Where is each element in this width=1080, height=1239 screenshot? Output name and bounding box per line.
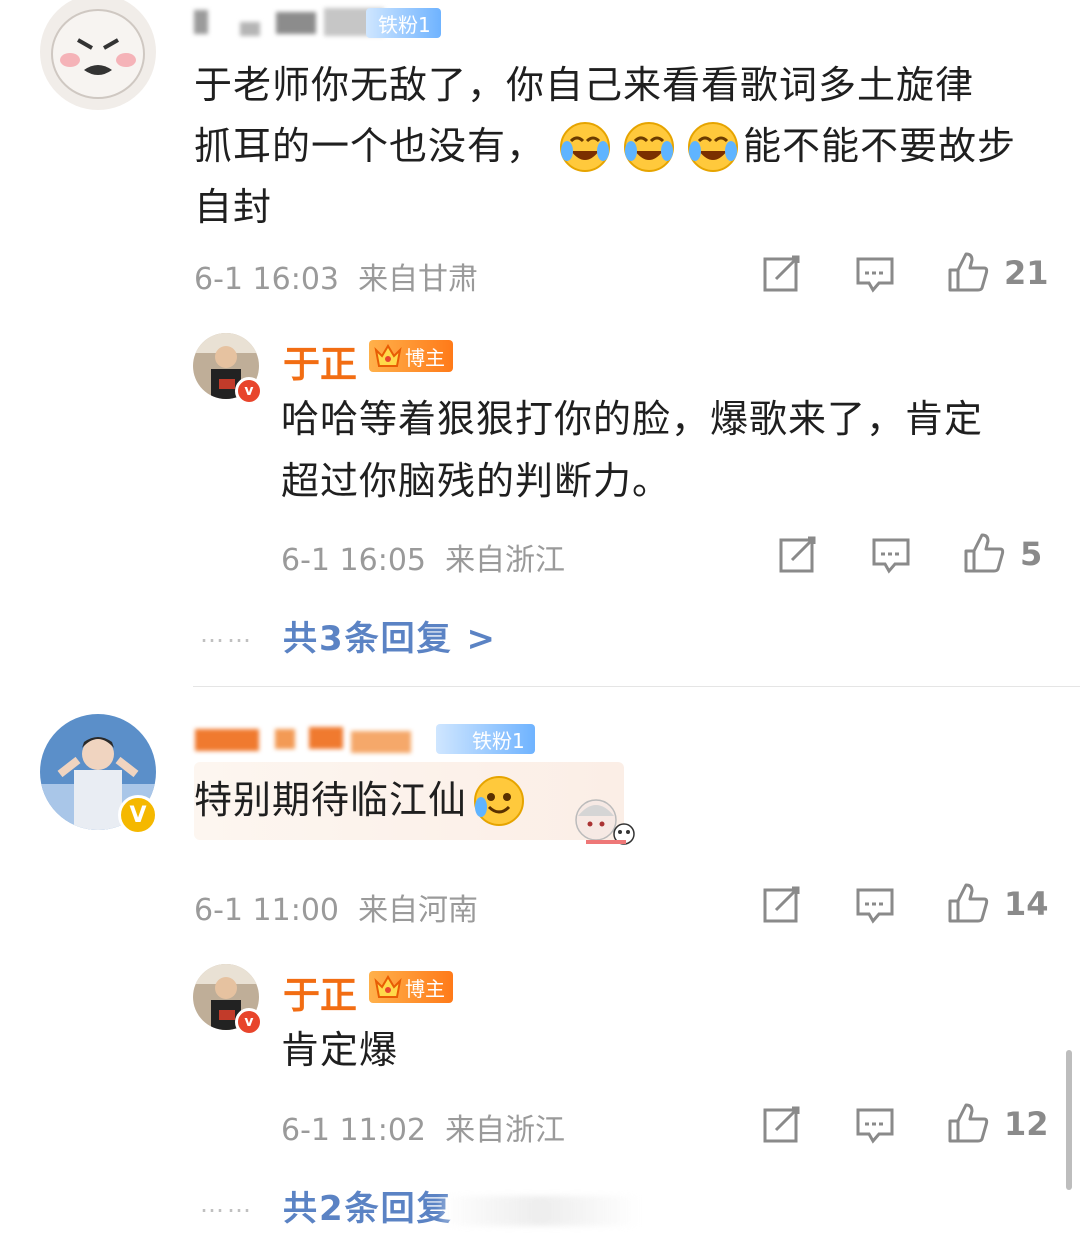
share-icon[interactable] [778, 534, 818, 574]
cry-laugh-emoji [623, 121, 675, 173]
comment-icon[interactable] [855, 886, 895, 926]
comment-text-content: 特别期待临江仙 [194, 778, 468, 822]
dots-separator: …… [200, 620, 254, 648]
verified-badge: v [235, 1008, 263, 1036]
like-icon[interactable] [946, 881, 990, 925]
comment-icon[interactable] [855, 255, 895, 295]
comment-text: 于老师你无敌了，你自己来看看歌词多土旋律 抓耳的一个也没有， 能不能不要故步 自… [194, 55, 1054, 238]
reply-text: 肯定爆 [281, 1028, 399, 1072]
comment-meta: 6-1 11:00 来自河南 [194, 893, 479, 928]
verified-badge: V [118, 795, 158, 835]
blogger-name[interactable]: 于正 [283, 965, 357, 1019]
commenter-avatar[interactable] [40, 0, 156, 110]
watermark-overlay [440, 1196, 640, 1226]
reply-text: 哈哈等着狠狠打你的脸，爆歌来了，肯定 超过你脑残的判断力。 [281, 388, 1041, 512]
like-icon[interactable] [962, 531, 1006, 575]
username-redacted[interactable] [194, 8, 394, 36]
share-icon[interactable] [762, 884, 802, 924]
verified-badge: v [235, 377, 263, 405]
blogger-badge: 博主 [369, 971, 453, 1003]
username-redacted[interactable] [195, 725, 435, 755]
sweat-smile-emoji [473, 775, 525, 827]
more-replies-link[interactable]: 共2条回复 [283, 1181, 453, 1230]
crown-icon [373, 973, 403, 1006]
reply-meta: 6-1 11:02 来自浙江 [281, 1113, 566, 1148]
blogger-name[interactable]: 于正 [283, 334, 357, 388]
like-count: 21 [1004, 254, 1049, 292]
comment-text: 特别期待临江仙 [194, 770, 525, 831]
like-icon[interactable] [946, 1101, 990, 1145]
like-icon[interactable] [946, 250, 990, 294]
fan-badge: 铁粉1 [366, 8, 441, 38]
comment-line-text: 能不能不要故步 [743, 124, 1017, 168]
dots-separator: …… [200, 1190, 254, 1218]
comment-icon[interactable] [871, 536, 911, 576]
scrollbar-thumb[interactable] [1066, 1050, 1072, 1190]
cry-laugh-emoji [687, 121, 739, 173]
fan-badge: 铁粉1 [436, 724, 535, 754]
blogger-badge-label: 博主 [405, 345, 445, 370]
reply-meta: 6-1 16:05 来自浙江 [281, 543, 566, 578]
blogger-badge: 博主 [369, 340, 453, 372]
like-count: 14 [1004, 885, 1049, 923]
comment-line: 自封 [194, 185, 273, 229]
reply-line: 超过你脑残的判断力。 [281, 459, 672, 503]
crown-icon [373, 342, 403, 375]
like-count: 12 [1004, 1105, 1049, 1143]
anime-girl-sticker [566, 790, 642, 860]
divider [193, 686, 1080, 687]
more-replies-link[interactable]: 共3条回复 > [283, 611, 497, 660]
reply-line: 哈哈等着狠狠打你的脸，爆歌来了，肯定 [281, 397, 984, 441]
fan-badge-label: 铁粉1 [378, 12, 431, 37]
comment-meta: 6-1 16:03 来自甘肃 [194, 262, 479, 297]
share-icon[interactable] [762, 253, 802, 293]
blogger-badge-label: 博主 [405, 976, 445, 1001]
comment-line-text: 抓耳的一个也没有， [194, 124, 546, 168]
comment-line: 抓耳的一个也没有， 能不能不要故步 [194, 116, 1054, 177]
cry-laugh-emoji [559, 121, 611, 173]
comment-icon[interactable] [855, 1106, 895, 1146]
like-count: 5 [1020, 535, 1043, 573]
fan-badge-label: 铁粉1 [472, 728, 525, 753]
comment-line: 于老师你无敌了，你自己来看看歌词多土旋律 [194, 63, 975, 107]
share-icon[interactable] [762, 1104, 802, 1144]
